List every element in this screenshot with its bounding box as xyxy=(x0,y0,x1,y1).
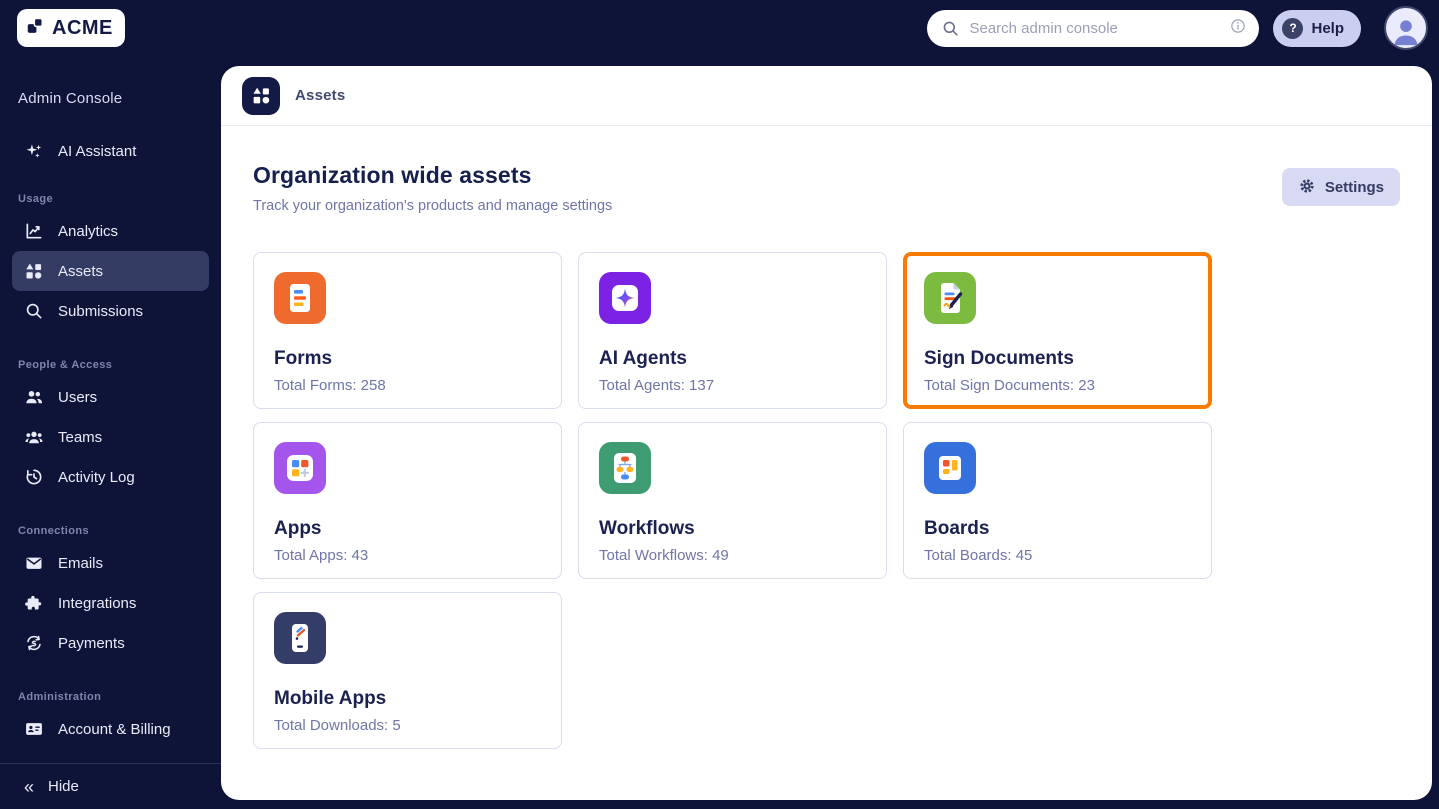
section-label-administration: Administration xyxy=(18,691,102,703)
hide-sidebar-button[interactable]: « Hide xyxy=(0,763,221,809)
card-workflows[interactable]: Workflows Total Workflows: 49 xyxy=(578,422,887,579)
hide-label: Hide xyxy=(48,778,79,795)
sidebar-item-label: Users xyxy=(58,388,98,406)
question-mark-icon: ? xyxy=(1282,17,1304,39)
acme-logo-icon xyxy=(25,15,47,42)
boards-icon xyxy=(924,442,976,494)
search-icon xyxy=(940,18,960,38)
teams-icon xyxy=(24,427,44,447)
card-title: Boards xyxy=(924,518,990,539)
info-icon[interactable] xyxy=(1229,17,1247,40)
sidebar-item-label: Integrations xyxy=(58,594,137,612)
card-stat: Total Apps: 43 xyxy=(274,547,369,564)
panel-header: Assets xyxy=(221,66,1432,126)
card-sign-documents[interactable]: Sign Documents Total Sign Documents: 23 xyxy=(903,252,1212,409)
card-stat: Total Workflows: 49 xyxy=(599,547,729,564)
card-ai-agents[interactable]: AI Agents Total Agents: 137 xyxy=(578,252,887,409)
acme-logo[interactable]: ACME xyxy=(17,9,125,47)
sidebar-item-label: Analytics xyxy=(58,222,119,240)
sidebar-item-users[interactable]: Users xyxy=(12,377,209,417)
sidebar-item-label: Assets xyxy=(58,262,104,280)
card-title: Apps xyxy=(274,518,322,539)
logo-text: ACME xyxy=(52,16,113,39)
puzzle-icon xyxy=(24,593,44,613)
section-label-usage: Usage xyxy=(18,193,54,205)
sidebar-item-payments[interactable]: $ Payments xyxy=(12,623,209,663)
section-label-people-access: People & Access xyxy=(18,359,113,371)
card-stat: Total Agents: 137 xyxy=(599,377,715,394)
forms-icon xyxy=(274,272,326,324)
sidebar-item-assets[interactable]: Assets xyxy=(12,251,209,291)
gear-icon xyxy=(1298,177,1316,198)
sidebar: Admin Console AI Assistant Usage Analyti… xyxy=(0,56,221,809)
sign-documents-icon xyxy=(924,272,976,324)
workflows-icon xyxy=(599,442,651,494)
currency-exchange-icon: $ xyxy=(24,633,44,653)
asset-cards-grid: Forms Total Forms: 258 AI Agents Total A… xyxy=(253,252,1400,749)
users-icon xyxy=(24,387,44,407)
card-title: Forms xyxy=(274,348,333,369)
card-stat: Total Forms: 258 xyxy=(274,377,386,394)
section-label-connections: Connections xyxy=(18,525,90,537)
sidebar-item-submissions[interactable]: Submissions xyxy=(12,291,209,331)
search-input[interactable] xyxy=(969,19,1221,37)
card-title: AI Agents xyxy=(599,348,687,369)
card-forms[interactable]: Forms Total Forms: 258 xyxy=(253,252,562,409)
page-subtitle: Track your organization's products and m… xyxy=(253,198,613,214)
analytics-icon xyxy=(24,221,44,241)
top-bar: ACME ? Help xyxy=(0,0,1439,56)
sidebar-item-label: Activity Log xyxy=(58,468,135,486)
sidebar-item-label: AI Assistant xyxy=(58,142,137,160)
svg-text:$: $ xyxy=(31,638,37,648)
sidebar-item-label: Emails xyxy=(58,554,104,572)
chevron-double-left-icon: « xyxy=(24,776,35,797)
sparkles-icon xyxy=(24,141,44,161)
breadcrumb: Assets xyxy=(295,87,346,104)
id-card-icon xyxy=(24,719,44,739)
assets-header-icon xyxy=(242,76,280,115)
sidebar-item-account-billing[interactable]: Account & Billing xyxy=(12,709,209,749)
card-title: Mobile Apps xyxy=(274,688,387,709)
card-stat: Total Downloads: 5 xyxy=(274,717,401,734)
clock-history-icon xyxy=(24,467,44,487)
settings-button[interactable]: Settings xyxy=(1281,168,1400,206)
card-mobile-apps[interactable]: Mobile Apps Total Downloads: 5 xyxy=(253,592,562,749)
assets-grid-icon xyxy=(24,261,44,281)
apps-icon xyxy=(274,442,326,494)
admin-console-title: Admin Console xyxy=(18,90,123,107)
help-button[interactable]: ? Help xyxy=(1273,9,1361,47)
card-title: Workflows xyxy=(599,518,695,539)
help-button-label: Help xyxy=(1311,19,1344,37)
card-title: Sign Documents xyxy=(924,348,1074,369)
mobile-apps-icon xyxy=(274,612,326,664)
card-stat: Total Sign Documents: 23 xyxy=(924,377,1095,394)
person-icon xyxy=(1394,20,1418,46)
user-avatar[interactable] xyxy=(1384,6,1428,50)
sidebar-item-label: Teams xyxy=(58,428,103,446)
sidebar-item-emails[interactable]: Emails xyxy=(12,543,209,583)
sidebar-item-label: Payments xyxy=(58,634,125,652)
ai-agents-icon xyxy=(599,272,651,324)
card-stat: Total Boards: 45 xyxy=(924,547,1033,564)
sidebar-item-activity-log[interactable]: Activity Log xyxy=(12,457,209,497)
sidebar-item-label: Account & Billing xyxy=(58,720,171,738)
sidebar-item-analytics[interactable]: Analytics xyxy=(12,211,209,251)
card-apps[interactable]: Apps Total Apps: 43 xyxy=(253,422,562,579)
sidebar-item-label: Submissions xyxy=(58,302,144,320)
card-boards[interactable]: Boards Total Boards: 45 xyxy=(903,422,1212,579)
magnifier-icon xyxy=(24,301,44,321)
settings-button-label: Settings xyxy=(1324,178,1384,196)
page-title: Organization wide assets xyxy=(253,162,532,188)
sidebar-item-ai-assistant[interactable]: AI Assistant xyxy=(12,131,209,171)
main-panel: Assets Organization wide assets Track yo… xyxy=(221,66,1432,800)
sidebar-item-integrations[interactable]: Integrations xyxy=(12,583,209,623)
envelope-icon xyxy=(24,553,44,573)
search-bar[interactable] xyxy=(927,9,1260,47)
sidebar-item-teams[interactable]: Teams xyxy=(12,417,209,457)
